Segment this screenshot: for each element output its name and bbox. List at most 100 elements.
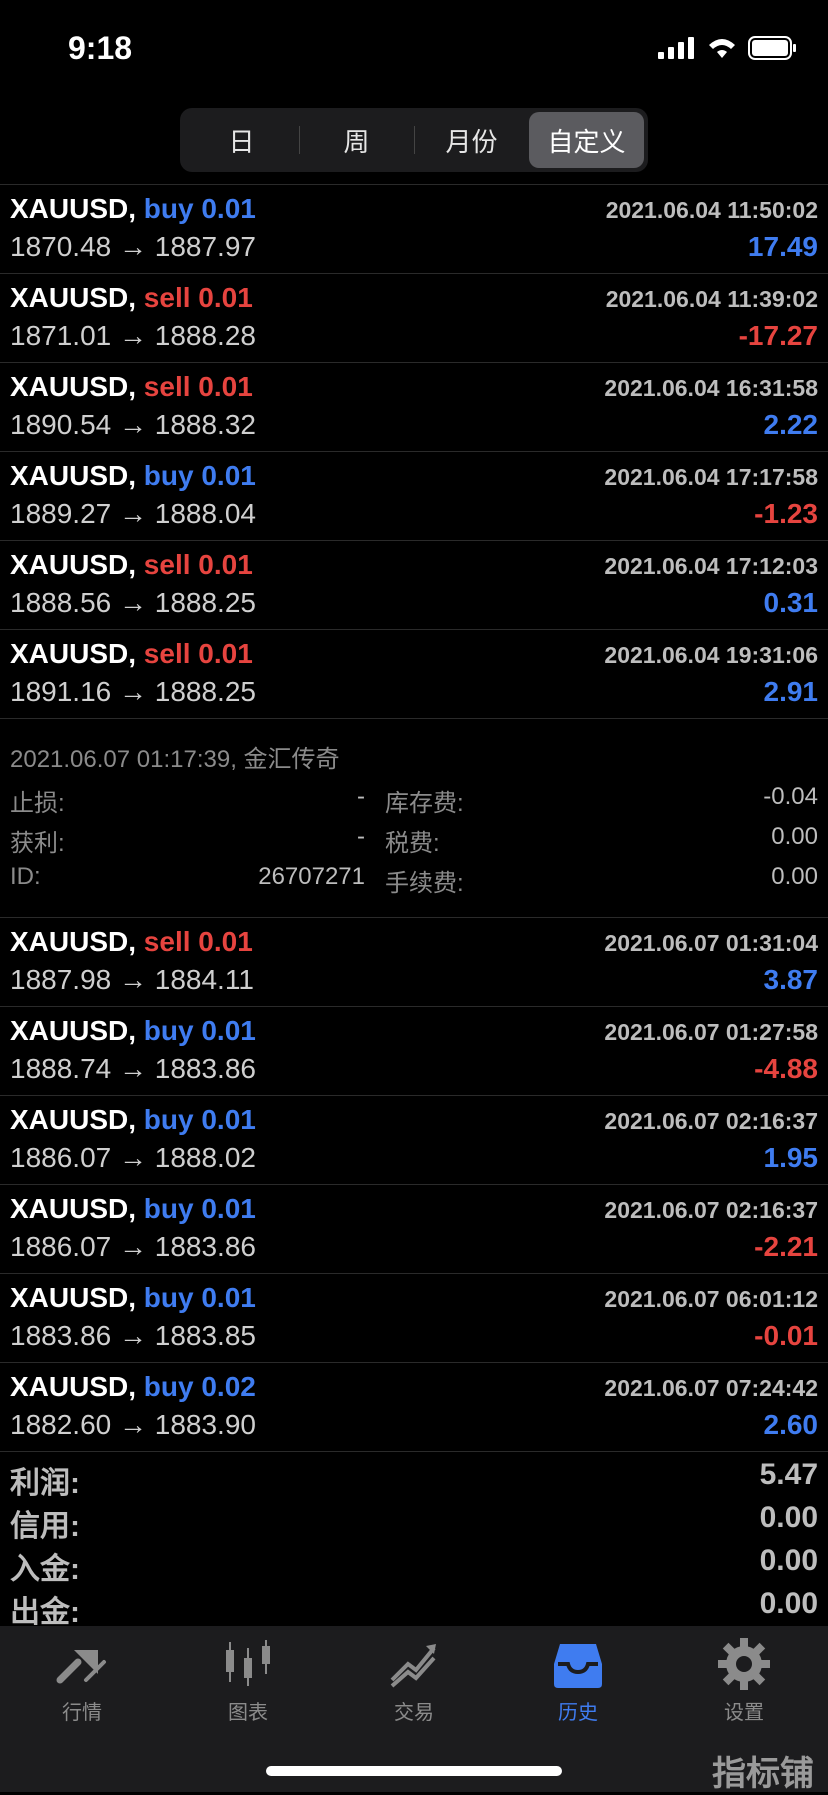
trade-prices: 1891.16 → 1888.25 bbox=[10, 676, 256, 707]
trade-group-2: XAUUSD, sell 0.01 2021.06.07 01:31:04 1887… bbox=[0, 917, 828, 1452]
battery-icon bbox=[748, 36, 796, 60]
summary-row-credit: 信用: 0.00 bbox=[0, 1495, 828, 1543]
trade-symbol: XAUUSD, bbox=[10, 1015, 137, 1046]
tab-label: 交易 bbox=[394, 1702, 434, 1724]
history-list: XAUUSD, buy 0.01 2021.06.04 11:50:02 1870.… bbox=[0, 184, 828, 1452]
trade-profit: -2.21 bbox=[754, 1231, 818, 1262]
trade-prices: 1871.01 → 1888.28 bbox=[10, 320, 256, 351]
trade-side-text: buy bbox=[143, 1371, 194, 1402]
period-segmented-control: 日 周 月份 自定义 bbox=[180, 108, 648, 172]
trade-row[interactable]: XAUUSD, sell 0.01 2021.06.04 19:31:06 1891… bbox=[0, 629, 828, 718]
trade-profit: 17.49 bbox=[747, 231, 818, 262]
tab-quotes[interactable]: 行情 bbox=[22, 1636, 142, 1736]
trade-volume: 0.01 bbox=[198, 549, 253, 580]
segment-custom[interactable]: 自定义 bbox=[529, 112, 644, 168]
summary-row-deposit: 入金: 0.00 bbox=[0, 1538, 828, 1586]
trade-profit: 1.95 bbox=[763, 1142, 819, 1173]
trade-title: XAUUSD, buy 0.01 bbox=[10, 193, 256, 225]
tab-settings[interactable]: 设置 bbox=[684, 1636, 804, 1736]
detail-header: 2021.06.07 01:17:39, 金汇传奇 bbox=[10, 746, 340, 773]
trade-timestamp: 2021.06.07 02:16:37 bbox=[604, 1197, 818, 1223]
history-icon bbox=[554, 1644, 602, 1688]
trade-volume: 0.01 bbox=[201, 193, 256, 224]
trade-side-text: buy bbox=[143, 1282, 194, 1313]
trade-symbol: XAUUSD, bbox=[10, 371, 137, 402]
wifi-icon bbox=[709, 39, 735, 58]
tab-chart[interactable]: 图表 bbox=[188, 1636, 308, 1736]
trade-profit: -4.88 bbox=[754, 1053, 818, 1084]
home-indicator[interactable] bbox=[266, 1766, 562, 1776]
tab-history[interactable]: 历史 bbox=[518, 1636, 638, 1736]
trade-volume: 0.01 bbox=[198, 638, 253, 669]
trade-volume: 0.01 bbox=[198, 926, 253, 957]
summary-value: 0.00 bbox=[759, 1544, 818, 1577]
tax-label: 税费: bbox=[385, 830, 440, 857]
trade-title: XAUUSD, buy 0.01 bbox=[10, 1015, 256, 1047]
trade-side: buy 0.02 bbox=[144, 1371, 256, 1402]
trade-volume: 0.01 bbox=[201, 1193, 256, 1224]
trade-side: buy 0.01 bbox=[144, 1015, 256, 1046]
trade-side: sell 0.01 bbox=[144, 549, 253, 580]
stop-loss-value: - bbox=[357, 783, 365, 810]
trade-volume: 0.01 bbox=[198, 371, 253, 402]
trade-timestamp: 2021.06.04 11:50:02 bbox=[605, 197, 818, 223]
id-value: 26707271 bbox=[258, 863, 365, 890]
trade-timestamp: 2021.06.04 16:31:58 bbox=[604, 375, 818, 401]
detail-row: 止损: - 库存费: -0.04 bbox=[10, 783, 818, 817]
trade-side-text: buy bbox=[143, 1193, 194, 1224]
summary-label: 出金: bbox=[10, 1596, 80, 1629]
status-icons bbox=[658, 36, 798, 60]
trade-timestamp: 2021.06.07 01:27:58 bbox=[604, 1019, 818, 1045]
settings-icon bbox=[718, 1638, 770, 1690]
segment-day[interactable]: 日 bbox=[184, 112, 299, 168]
trade-volume: 0.02 bbox=[201, 1371, 256, 1402]
trade-symbol: XAUUSD, bbox=[10, 1104, 137, 1135]
trade-timestamp: 2021.06.04 19:31:06 bbox=[604, 642, 818, 668]
trade-row[interactable]: XAUUSD, buy 0.01 2021.06.07 02:16:37 1886.… bbox=[0, 1095, 828, 1184]
trade-side: sell 0.01 bbox=[144, 282, 253, 313]
trade-title: XAUUSD, sell 0.01 bbox=[10, 638, 253, 670]
trade-profit: -0.01 bbox=[754, 1320, 818, 1351]
trade-side: sell 0.01 bbox=[144, 371, 253, 402]
trade-row[interactable]: XAUUSD, buy 0.01 2021.06.04 17:17:58 1889.… bbox=[0, 451, 828, 540]
trade-row[interactable]: XAUUSD, buy 0.01 2021.06.04 11:50:02 1870.… bbox=[0, 184, 828, 273]
trade-row[interactable]: XAUUSD, buy 0.02 2021.06.07 07:24:42 1882.… bbox=[0, 1362, 828, 1451]
tab-trade[interactable]: 交易 bbox=[354, 1636, 474, 1736]
take-profit-value: - bbox=[357, 823, 365, 850]
trade-row[interactable]: XAUUSD, buy 0.01 2021.06.07 01:27:58 1888.… bbox=[0, 1006, 828, 1095]
commission-value: 0.00 bbox=[771, 863, 818, 890]
trade-profit: 2.22 bbox=[763, 409, 819, 440]
trade-row[interactable]: XAUUSD, sell 0.01 2021.06.04 17:12:03 1888… bbox=[0, 540, 828, 629]
trade-row[interactable]: XAUUSD, buy 0.01 2021.06.07 02:16:37 1886.… bbox=[0, 1184, 828, 1273]
trade-prices: 1883.86 → 1883.85 bbox=[10, 1320, 256, 1351]
trade-row[interactable]: XAUUSD, sell 0.01 2021.06.04 11:39:02 1871… bbox=[0, 273, 828, 362]
trade-side-text: buy bbox=[143, 1104, 194, 1135]
detail-row: ID: 26707271 手续费: 0.00 bbox=[10, 863, 818, 897]
trade-timestamp: 2021.06.04 17:12:03 bbox=[604, 553, 818, 579]
tab-label: 设置 bbox=[724, 1702, 764, 1724]
segment-week[interactable]: 周 bbox=[299, 112, 414, 168]
trade-profit: 2.91 bbox=[763, 676, 819, 707]
trade-side-text: sell bbox=[143, 926, 191, 957]
trade-profit: 3.87 bbox=[763, 964, 819, 995]
segment-month[interactable]: 月份 bbox=[414, 112, 529, 168]
trade-symbol: XAUUSD, bbox=[10, 638, 137, 669]
trade-timestamp: 2021.06.07 06:01:12 bbox=[604, 1286, 818, 1312]
trade-title: XAUUSD, buy 0.01 bbox=[10, 1193, 256, 1225]
trade-row[interactable]: XAUUSD, buy 0.01 2021.06.07 06:01:12 1883.… bbox=[0, 1273, 828, 1362]
trade-title: XAUUSD, buy 0.02 bbox=[10, 1371, 256, 1403]
trade-side-text: sell bbox=[143, 371, 191, 402]
trade-prices: 1887.98 → 1884.11 bbox=[10, 964, 254, 995]
trade-symbol: XAUUSD, bbox=[10, 549, 137, 580]
trade-side-text: buy bbox=[143, 460, 194, 491]
trade-symbol: XAUUSD, bbox=[10, 1193, 137, 1224]
summary-value: 0.00 bbox=[759, 1587, 818, 1620]
trade-symbol: XAUUSD, bbox=[10, 926, 137, 957]
trade-row[interactable]: XAUUSD, sell 0.01 2021.06.07 01:31:04 1887… bbox=[0, 917, 828, 1006]
trade-row[interactable]: XAUUSD, sell 0.01 2021.06.04 16:31:58 1890… bbox=[0, 362, 828, 451]
trade-side: sell 0.01 bbox=[144, 926, 253, 957]
trade-prices: 1888.74 → 1883.86 bbox=[10, 1053, 256, 1084]
trade-symbol: XAUUSD, bbox=[10, 460, 137, 491]
summary-value: 5.47 bbox=[759, 1458, 818, 1491]
trade-prices: 1886.07 → 1888.02 bbox=[10, 1142, 256, 1173]
